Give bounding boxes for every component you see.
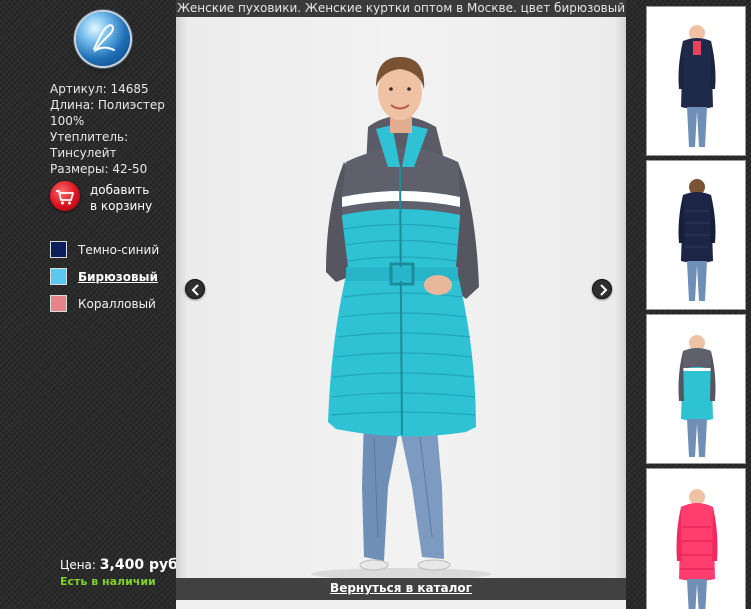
color-option-coral[interactable]: Коралловый bbox=[50, 295, 170, 313]
color-swatch-coral bbox=[50, 295, 67, 312]
back-bar: Вернуться в каталог bbox=[176, 578, 626, 600]
color-label: Темно-синий bbox=[78, 243, 160, 257]
chevron-left-icon bbox=[191, 284, 199, 296]
color-swatch-navy bbox=[50, 241, 67, 258]
add-to-cart-button[interactable]: добавить в корзину bbox=[50, 180, 165, 216]
material-label: Длина: Полиэстер bbox=[50, 98, 165, 112]
thumbnail-turquoise[interactable] bbox=[646, 314, 746, 464]
color-label-selected: Бирюзовый bbox=[78, 270, 158, 284]
sizes: Размеры: 42-50 bbox=[50, 162, 148, 176]
color-swatch-turquoise bbox=[50, 268, 67, 285]
insulation-label: Утеплитель: bbox=[50, 130, 129, 144]
model-photo bbox=[311, 57, 491, 578]
stock-status: Есть в наличии bbox=[60, 575, 156, 588]
back-to-catalog-link[interactable]: Вернуться в каталог bbox=[176, 581, 626, 595]
color-option-turquoise[interactable]: Бирюзовый bbox=[50, 268, 170, 286]
next-image-button[interactable] bbox=[592, 279, 612, 299]
color-option-navy[interactable]: Темно-синий bbox=[50, 241, 170, 259]
shopping-cart-icon bbox=[50, 181, 80, 211]
material-value: 100% bbox=[50, 114, 85, 128]
add-to-cart-label: добавить в корзину bbox=[90, 183, 153, 213]
article-number: Артикул: 14685 bbox=[50, 82, 149, 96]
logo-monogram-icon bbox=[93, 24, 115, 53]
insulation-value: Тинсулейт bbox=[50, 146, 117, 160]
prev-image-button[interactable] bbox=[185, 279, 205, 299]
price-label: Цена: bbox=[60, 558, 96, 572]
chevron-right-icon bbox=[600, 284, 608, 296]
color-label: Коралловый bbox=[78, 297, 156, 311]
price-value: 3,400 руб. bbox=[99, 557, 184, 573]
thumbnail-image bbox=[678, 179, 716, 301]
main-product-photo bbox=[176, 17, 626, 578]
thumbnail-image bbox=[676, 489, 718, 609]
thumbnail-navy-front[interactable] bbox=[646, 6, 746, 156]
logo[interactable] bbox=[76, 12, 130, 66]
thumbnail-image bbox=[678, 335, 716, 457]
price: Цена: 3,400 руб. bbox=[60, 557, 183, 573]
thumbnail-coral[interactable] bbox=[646, 468, 746, 609]
page-title: Женские пуховики. Женские куртки оптом в… bbox=[176, 0, 626, 17]
thumbnail-image bbox=[678, 25, 716, 147]
thumbnail-navy-back[interactable] bbox=[646, 160, 746, 310]
